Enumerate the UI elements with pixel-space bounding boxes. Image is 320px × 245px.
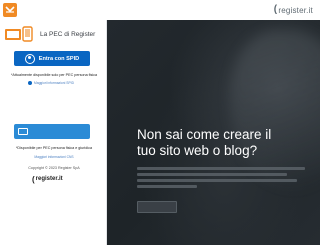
card-icon <box>18 128 28 135</box>
hero-title: Non sai come creare il tuo sito web o bl… <box>137 127 312 159</box>
register-logo[interactable]: ( register.it <box>274 4 313 16</box>
spid-login-button[interactable]: Entra con SPID <box>14 51 90 66</box>
login-panel: La PEC di Register Entra con SPID *Attua… <box>0 20 107 245</box>
logo-bracket-icon: ( <box>32 174 35 184</box>
cns-help-link[interactable]: Maggiori informazioni CNS <box>8 155 100 159</box>
hero-title-line-1: Non sai come creare il <box>137 127 272 142</box>
hero-subtitle-line <box>137 173 287 176</box>
user-icon <box>24 53 35 64</box>
hero-cta-button[interactable] <box>137 201 177 213</box>
devices-icon <box>4 26 34 42</box>
copyright-text: Copyright © 2023 Register SpA <box>28 166 80 170</box>
panel-header: La PEC di Register <box>4 26 95 42</box>
footer-logo: ( register.it <box>32 174 63 184</box>
cns-note: *Disponibile per PEC persona fisica e gi… <box>15 146 93 150</box>
spid-help-link[interactable]: Maggiori informazioni SPID <box>28 81 74 85</box>
spid-button-label: Entra con SPID <box>38 55 80 62</box>
hero-subtitle-line <box>137 185 197 188</box>
spid-help-label: Maggiori informazioni SPID <box>34 81 74 85</box>
hero-title-line-2: tuo sito web o blog? <box>137 143 258 158</box>
hero-background-image <box>230 30 320 190</box>
info-icon <box>28 81 32 85</box>
footer-logo-text: register.it <box>35 176 63 182</box>
hero-subtitle-line <box>137 179 297 182</box>
logo-bracket-icon: ( <box>273 4 278 15</box>
top-bar: ( register.it <box>0 0 320 20</box>
hero-subtitle-line <box>137 167 305 170</box>
brand-logo-icon[interactable] <box>3 3 17 17</box>
cns-login-button[interactable] <box>14 124 90 139</box>
spid-note: *Attualmente disponibile solo per PEC pe… <box>10 73 98 77</box>
panel-title: La PEC di Register <box>40 30 96 38</box>
register-logo-text: register.it <box>278 5 313 15</box>
